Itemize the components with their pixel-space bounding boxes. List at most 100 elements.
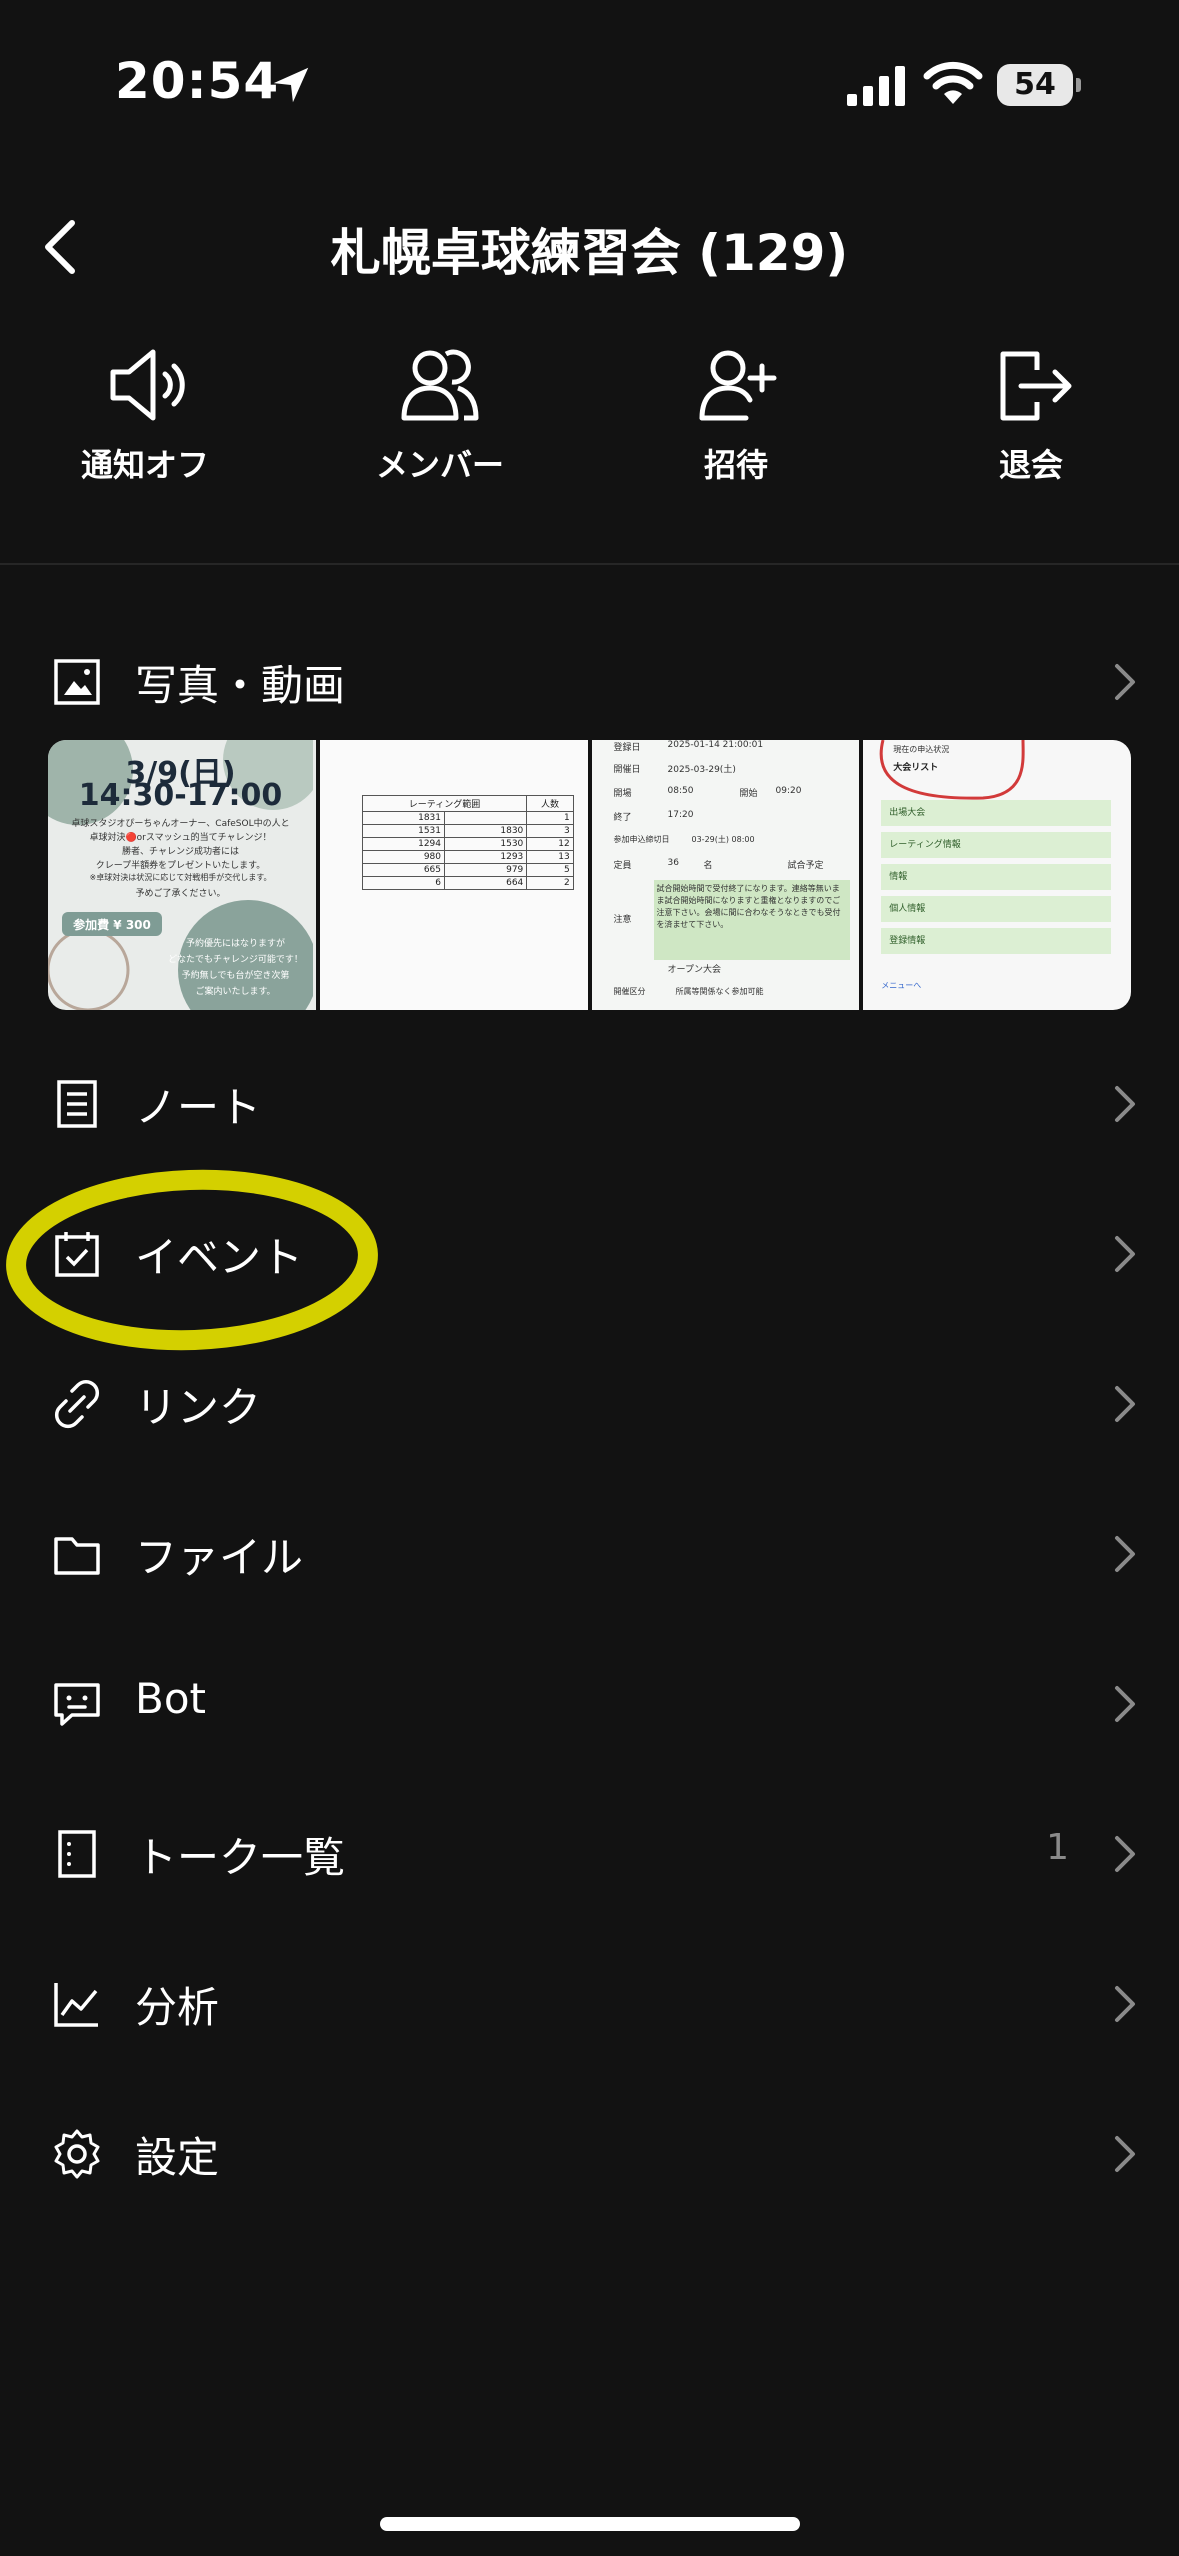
invite-button[interactable]: 招待 xyxy=(626,340,846,500)
photo-thumbnail[interactable]: 登録日 2025-01-14 21:00:01 開催日 2025-03-29(土… xyxy=(591,740,860,1010)
menu-item-bot[interactable]: Bot xyxy=(0,1637,1179,1767)
chevron-right-icon xyxy=(1115,1536,1135,1572)
table-cell: 1294 xyxy=(361,837,446,851)
divider xyxy=(0,563,1179,565)
form-value: 2025-01-14 21:00:01 xyxy=(667,740,764,750)
form-label: 定員 xyxy=(613,861,632,871)
menu-label-analytics: 分析 xyxy=(135,1983,220,2032)
status-bar: 20:54 54 xyxy=(0,0,1179,175)
members-icon xyxy=(401,349,479,421)
list-status-label: 現在の申込状況 xyxy=(893,745,950,754)
table-row: 665 979 5 xyxy=(324,863,574,877)
flyer-fee: 参加費 ¥ 300 xyxy=(73,918,151,932)
flyer-note: 予約無しでも台が空き次第 xyxy=(181,971,290,981)
table-header-cell: レーティング範囲 xyxy=(361,795,528,812)
cellular-signal-icon xyxy=(847,66,905,106)
chevron-right-icon xyxy=(1115,664,1135,700)
members-button[interactable]: メンバー xyxy=(330,340,550,500)
table-cell: 1830 xyxy=(444,824,528,838)
chevron-right-icon xyxy=(1115,1836,1135,1872)
photo-icon xyxy=(54,659,100,705)
leave-icon xyxy=(1000,351,1072,421)
photo-thumbnail[interactable]: 3/9(日) 14:30-17:00 卓球スタジオぴーちゃんオーナー、CafeS… xyxy=(48,740,316,1010)
wifi-icon xyxy=(923,61,983,104)
table-cell: 980 xyxy=(361,850,446,864)
table-cell xyxy=(444,811,528,825)
status-time: 20:54 xyxy=(115,52,280,110)
table-cell: 13 xyxy=(526,850,574,864)
battery-tip xyxy=(1076,78,1081,92)
list-item: 出場大会 xyxy=(881,800,1112,826)
table-cell: 12 xyxy=(526,837,574,851)
table-cell xyxy=(324,796,363,812)
menu-item-talk-list[interactable]: トーク一覧 1 xyxy=(0,1787,1179,1917)
photo-thumbnail[interactable]: レーティング範囲 人数 1831 1 1531 1830 3 1294 1530 12 9… xyxy=(319,740,588,1010)
home-indicator[interactable] xyxy=(380,2517,800,2531)
form-label: 参加申込締切日 xyxy=(613,835,670,844)
table-cell: 1530 xyxy=(444,837,528,851)
talk-list-count: 1 xyxy=(1046,1827,1069,1868)
form-note-label: 注意 xyxy=(613,915,632,925)
add-user-icon xyxy=(699,350,777,421)
table-header-row: レーティング範囲 人数 xyxy=(324,795,574,812)
menu-item-files[interactable]: ファイル xyxy=(0,1487,1179,1617)
list-icon xyxy=(58,1830,96,1878)
bot-icon xyxy=(54,1683,100,1726)
table-cell: 3 xyxy=(526,824,574,838)
table-cell xyxy=(324,877,363,890)
mute-notifications-button[interactable]: 通知オフ xyxy=(35,340,255,500)
chevron-right-icon xyxy=(1115,1386,1135,1422)
table-header-cell: 人数 xyxy=(526,795,574,812)
form-unit: 名 xyxy=(703,861,713,871)
yellow-highlight-annotation xyxy=(6,1169,378,1351)
form-label: 登録日 xyxy=(613,743,641,753)
form-value: 09:20 xyxy=(775,786,802,796)
list-item: 個人情報 xyxy=(881,896,1112,922)
form-label: 終了 xyxy=(613,813,632,823)
photo-thumbnail[interactable]: 現在の申込状況 大会リスト 出場大会 レーティング情報 情報 個人情報 登録情報… xyxy=(863,740,1131,1010)
form-value: 36 xyxy=(667,858,679,868)
table-cell xyxy=(324,838,363,851)
battery-indicator: 54 xyxy=(997,64,1081,106)
table-cell: 1831 xyxy=(361,811,446,825)
mute-notifications-label: 通知オフ xyxy=(80,446,209,484)
form-label: 開催区分 xyxy=(613,987,646,996)
menu-item-analytics[interactable]: 分析 xyxy=(0,1937,1179,2067)
note-icon xyxy=(57,1080,97,1128)
flyer-time: 14:30-17:00 xyxy=(78,778,283,813)
chevron-right-icon xyxy=(1115,1086,1135,1122)
menu-item-notes[interactable]: ノート xyxy=(0,1037,1179,1167)
table-cell xyxy=(324,812,363,825)
menu-item-photos[interactable]: 写真・動画 xyxy=(0,615,1179,745)
menu-item-settings[interactable]: 設定 xyxy=(0,2087,1179,2217)
table-cell: 1293 xyxy=(444,850,528,864)
table-cell xyxy=(324,851,363,864)
folder-icon xyxy=(54,1537,100,1575)
form-label: 開催日 xyxy=(613,765,641,775)
menu-item-links[interactable]: リンク xyxy=(0,1337,1179,1467)
battery-level: 54 xyxy=(1014,67,1056,102)
form-value: 08:50 xyxy=(667,786,694,796)
page-title: 札幌卓球練習会 (129) xyxy=(330,224,849,282)
form-note: 試合開始時間で受付終了になります。連絡等無いまま試合開始時間になりますと重権とな… xyxy=(653,880,850,960)
chart-line-icon xyxy=(54,1983,98,2027)
menu-label-talk-list: トーク一覧 xyxy=(135,1833,346,1882)
form-value: 所属等関係なく参加可能 xyxy=(675,987,764,996)
list-item: 情報 xyxy=(881,864,1112,890)
table-row: 1294 1530 12 xyxy=(324,837,574,851)
table-cell xyxy=(324,825,363,838)
gear-icon xyxy=(54,2129,100,2179)
form-value: 2025-03-29(土) xyxy=(667,765,736,775)
leave-button[interactable]: 退会 xyxy=(921,340,1141,500)
speaker-icon xyxy=(110,349,185,421)
form-open-event: オープン大会 xyxy=(667,965,721,975)
table-cell: 5 xyxy=(526,863,574,877)
flyer-line: 勝者、チャレンジ成功者には xyxy=(122,847,239,857)
form-format: 試合予定 xyxy=(787,861,824,871)
action-bar: 通知オフ メンバー 招待 退会 xyxy=(0,340,1179,500)
chevron-right-icon xyxy=(1115,1236,1135,1272)
flyer-line: 予めご了承ください。 xyxy=(135,889,226,899)
location-arrow-icon xyxy=(273,67,309,103)
photo-thumbnail-strip: 3/9(日) 14:30-17:00 卓球スタジオぴーちゃんオーナー、CafeS… xyxy=(48,740,1131,1010)
flyer-note: ご案内いたします。 xyxy=(195,987,276,997)
